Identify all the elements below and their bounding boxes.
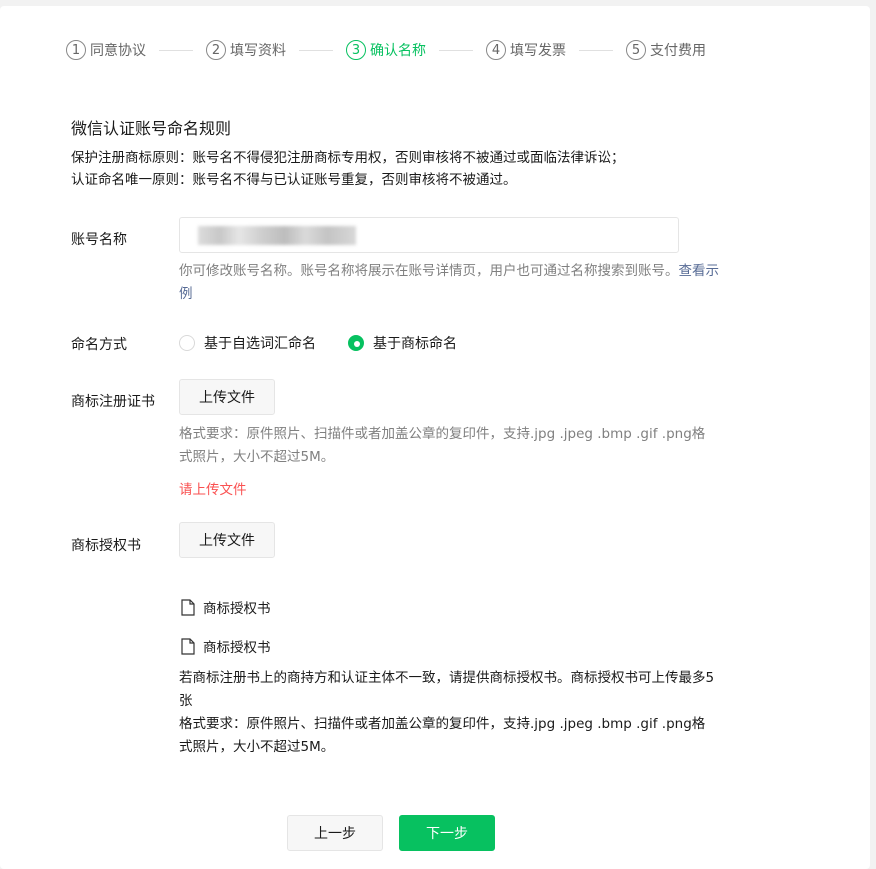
step-label: 填写资料	[230, 43, 286, 59]
account-name-input[interactable]	[179, 217, 679, 253]
naming-method-label: 命名方式	[71, 337, 127, 353]
step-number: 4	[486, 40, 506, 60]
account-name-hint: 你可修改账号名称。账号名称将展示在账号详情页，用户也可通过名称搜索到账号。查看示…	[179, 260, 719, 306]
step-divider	[299, 49, 333, 51]
hint-text: 你可修改账号名称。账号名称将展示在账号详情页，用户也可通过名称搜索到账号。	[179, 263, 679, 279]
file-icon	[181, 598, 195, 616]
step-indicator: 1 同意协议 2 填写资料 3 确认名称 4 填写发票 5 支付费用	[66, 40, 706, 60]
step-label: 确认名称	[370, 43, 426, 59]
rule-trademark: 保护注册商标原则：账号名不得侵犯注册商标专用权，否则审核将不被通过或面临法律诉讼…	[71, 150, 625, 166]
radio-circle	[179, 335, 195, 351]
rule-unique: 认证命名唯一原则：账号名不得与已认证账号重复，否则审核将不被通过。	[71, 172, 517, 188]
trademark-cert-label: 商标注册证书	[71, 394, 155, 410]
redacted-name	[198, 226, 356, 245]
trademark-auth-label: 商标授权书	[71, 538, 141, 554]
radio-trademark[interactable]: 基于商标命名	[348, 333, 457, 353]
step-divider	[439, 49, 473, 51]
radio-label: 基于商标命名	[373, 336, 457, 352]
rules-title: 微信认证账号命名规则	[71, 119, 232, 138]
step-number: 3	[346, 40, 366, 60]
naming-method-radio-group: 基于自选词汇命名 基于商标命名	[179, 333, 489, 353]
prev-step-button[interactable]: 上一步	[287, 815, 383, 851]
step-number: 1	[66, 40, 86, 60]
step-confirm-name: 3 确认名称	[346, 40, 426, 60]
radio-label: 基于自选词汇命名	[204, 336, 316, 352]
upload-error-message: 请上传文件	[179, 482, 247, 498]
radio-custom-vocab[interactable]: 基于自选词汇命名	[179, 333, 316, 353]
step-divider	[579, 49, 613, 51]
account-name-label: 账号名称	[71, 232, 127, 248]
file-icon	[181, 637, 195, 655]
next-step-button[interactable]: 下一步	[399, 815, 495, 851]
step-number: 2	[206, 40, 226, 60]
step-label: 支付费用	[650, 43, 706, 59]
trademark-cert-format-hint: 格式要求：原件照片、扫描件或者加盖公章的复印件，支持.jpg .jpeg .bm…	[179, 426, 706, 465]
uploaded-file-item[interactable]: 商标授权书	[181, 597, 271, 617]
trademark-cert-upload-button[interactable]: 上传文件	[179, 379, 275, 415]
file-name: 商标授权书	[203, 601, 271, 617]
trademark-auth-format-hint: 格式要求：原件照片、扫描件或者加盖公章的复印件，支持.jpg .jpeg .bm…	[179, 716, 706, 755]
trademark-auth-note: 若商标注册书上的商持方和认证主体不一致，请提供商标授权书。商标授权书可上传最多5…	[179, 670, 715, 709]
uploaded-file-item[interactable]: 商标授权书	[181, 636, 271, 656]
step-fill-info: 2 填写资料	[206, 40, 286, 60]
step-agree: 1 同意协议	[66, 40, 146, 60]
step-label: 填写发票	[510, 43, 566, 59]
step-label: 同意协议	[90, 43, 146, 59]
step-payment: 5 支付费用	[626, 40, 706, 60]
file-name: 商标授权书	[203, 640, 271, 656]
step-number: 5	[626, 40, 646, 60]
trademark-auth-upload-button[interactable]: 上传文件	[179, 522, 275, 558]
radio-circle-checked	[348, 335, 364, 351]
step-invoice: 4 填写发票	[486, 40, 566, 60]
step-divider	[159, 49, 193, 51]
